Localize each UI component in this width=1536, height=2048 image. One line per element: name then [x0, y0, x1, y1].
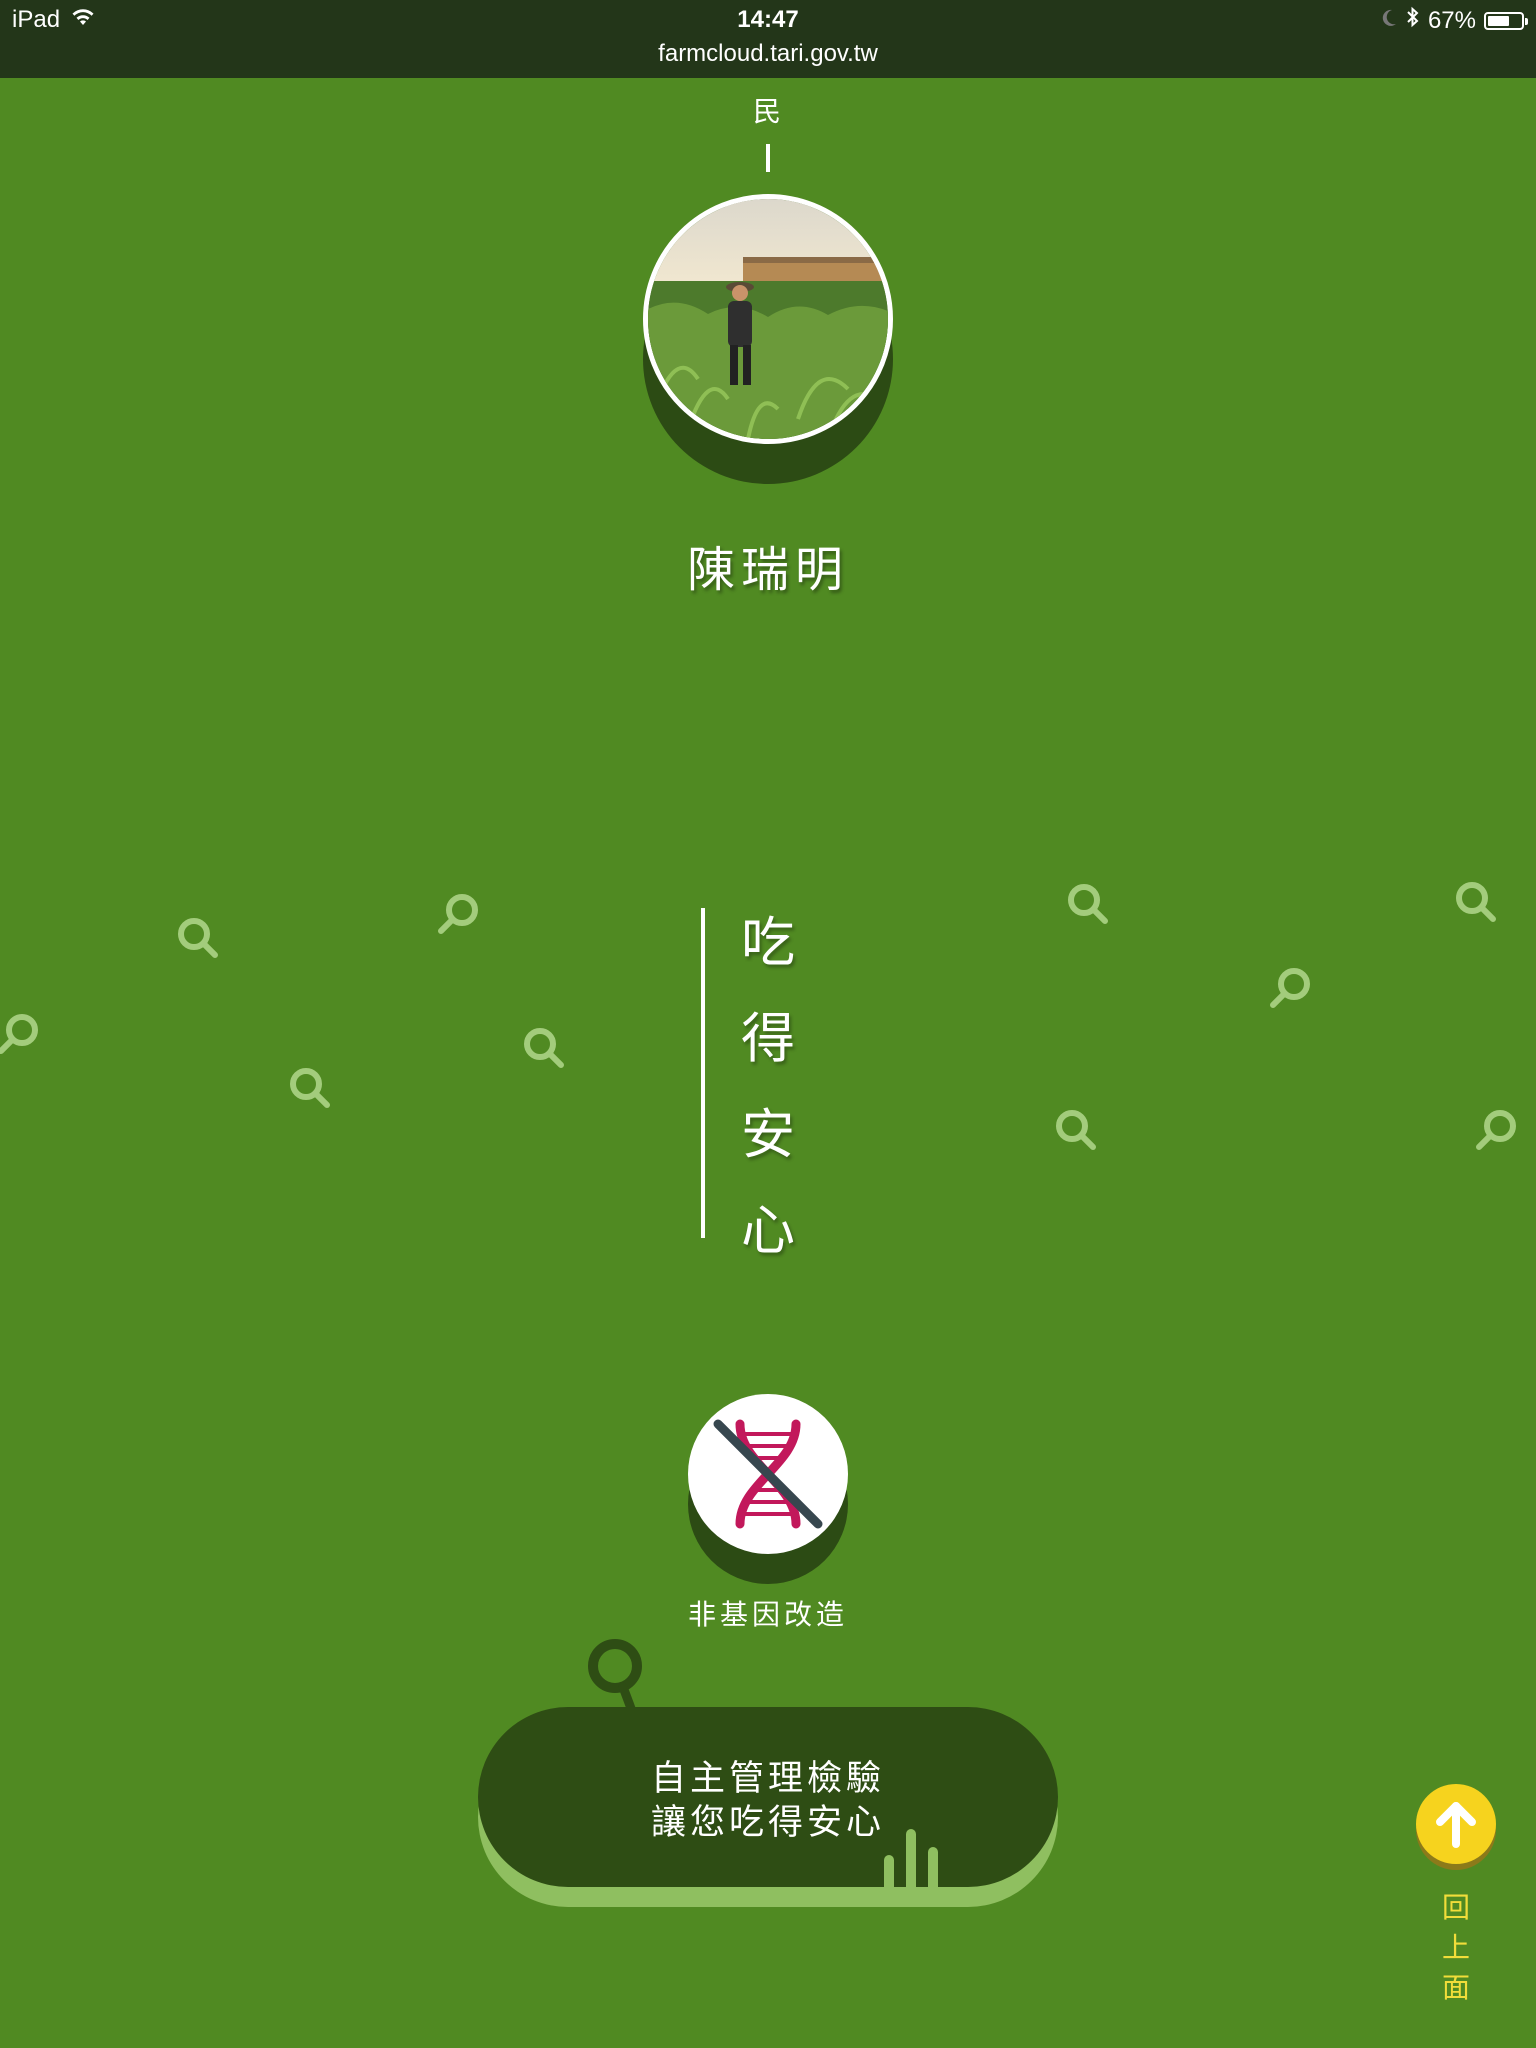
battery-percent: 67% [1427, 6, 1476, 34]
search-icon [1266, 964, 1314, 1012]
pin-icon [582, 1633, 652, 1716]
slogan-char: 吃 [741, 911, 795, 974]
back-to-top-char: 回 [1441, 1891, 1470, 1924]
non-gmo-badge [688, 1394, 848, 1554]
slogan-char: 安 [741, 1103, 795, 1166]
battery-icon [1484, 11, 1528, 30]
bar-chart-icon [884, 1829, 938, 1887]
url-bar[interactable]: farmcloud.tari.gov.tw [0, 40, 1536, 68]
search-icon [1052, 1106, 1100, 1154]
back-to-top-label[interactable]: 回 上 面 [1436, 1888, 1476, 2008]
callout-text: 自主管理檢驗 讓您吃得安心 [478, 1757, 1058, 1845]
back-to-top-char: 面 [1441, 1971, 1470, 2004]
search-icon [434, 890, 482, 938]
status-right: 67% [1380, 6, 1528, 35]
non-gmo-dna-icon [713, 1419, 823, 1529]
non-gmo-label: 非基因改造 [687, 1598, 848, 1631]
section-divider [766, 144, 770, 172]
back-to-top-button[interactable] [1416, 1784, 1496, 1864]
search-icon [286, 1064, 334, 1112]
slogan-char: 心 [741, 1199, 795, 1262]
arrow-up-icon [1436, 1802, 1476, 1848]
back-to-top-char: 上 [1441, 1931, 1470, 1964]
callout-line-2: 讓您吃得安心 [650, 1803, 885, 1843]
clock: 14:47 [737, 6, 799, 33]
slogan-char: 得 [741, 1007, 795, 1070]
slogan-divider [701, 908, 705, 1238]
search-icon [520, 1024, 568, 1072]
bluetooth-icon [1406, 6, 1420, 35]
status-bar: iPad 14:47 farmcloud.tari.gov.tw 67% [0, 0, 1536, 78]
search-icon [1472, 1106, 1520, 1154]
farmer-name: 陳瑞明 [686, 542, 849, 598]
section-label: 民 [752, 95, 783, 128]
callout-line-1: 自主管理檢驗 [650, 1759, 885, 1799]
search-icon [1452, 878, 1500, 926]
moon-icon [1380, 7, 1398, 35]
search-icon [0, 1010, 42, 1058]
callout-banner: 自主管理檢驗 讓您吃得安心 [478, 1707, 1058, 1887]
slogan: 吃 得 安 心 [728, 895, 808, 1279]
search-icon [174, 914, 222, 962]
farmer-photo [643, 194, 893, 444]
search-icon [1064, 880, 1112, 928]
